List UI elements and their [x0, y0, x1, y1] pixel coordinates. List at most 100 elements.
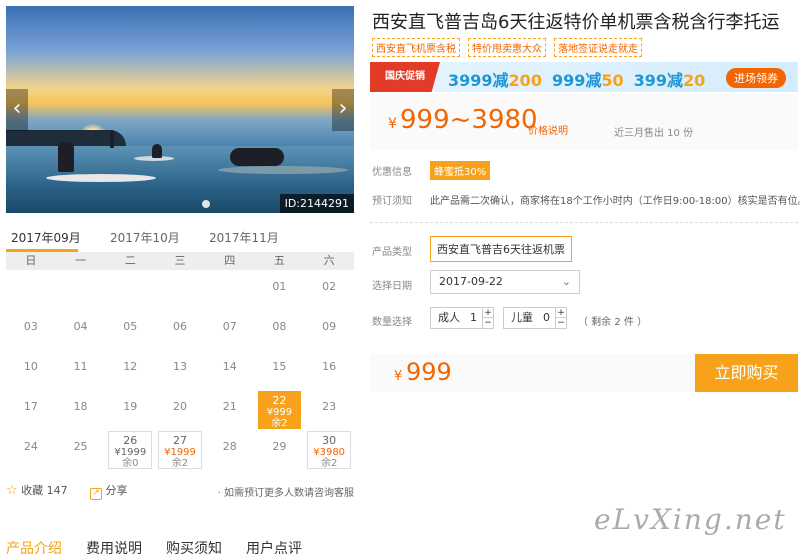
- price-explain-link[interactable]: 价格说明: [528, 122, 568, 137]
- increment-button[interactable]: +: [555, 308, 566, 318]
- day-price: ¥3980: [313, 447, 346, 458]
- chevron-right-icon: ›: [338, 96, 348, 121]
- calendar-day: 25: [56, 430, 106, 470]
- type-label: 产品类型: [372, 247, 412, 258]
- adult-stepper[interactable]: 成人 1 + −: [430, 307, 494, 329]
- calendar-day: 12: [105, 350, 155, 390]
- tab-month-nov[interactable]: 2017年11月: [209, 229, 279, 246]
- tab-month-sep[interactable]: 2017年09月: [11, 229, 81, 246]
- calendar-day[interactable]: 22 ¥999 余2: [257, 391, 302, 429]
- coupon-threshold: 999减: [551, 71, 602, 90]
- discount-label: 优惠信息: [372, 167, 412, 178]
- qty-label: 数量选择: [372, 317, 412, 328]
- weekday-header: 日 一 二 三 四 五 六: [6, 252, 354, 270]
- promo-banner[interactable]: 国庆促销 3999减200 999减50 399减20 进场领券: [370, 62, 798, 92]
- star-icon: ☆: [6, 483, 18, 498]
- tab-month-oct[interactable]: 2017年10月: [110, 229, 180, 246]
- coupon-list: 3999减200 999减50 399减20: [448, 67, 705, 91]
- product-tag: 落地签证说走就走: [554, 38, 642, 57]
- paddler-figure: [110, 130, 114, 148]
- increment-button[interactable]: +: [482, 308, 493, 318]
- calendar-day: [105, 270, 155, 310]
- paddle-board: [218, 166, 348, 174]
- product-tag: 特价甩卖惠大众: [468, 38, 546, 57]
- calendar-day[interactable]: 27 ¥1999 余2: [158, 431, 202, 469]
- product-type-option[interactable]: 西安直飞普吉6天往返机票: [430, 236, 572, 262]
- calendar-day: [205, 270, 255, 310]
- day-number: 20: [172, 400, 187, 413]
- coupon-amount: 50: [601, 71, 624, 90]
- discount-badge: 蜂蜜抵30%: [430, 161, 491, 180]
- day-price: ¥1999: [114, 447, 147, 458]
- notice-text: 此产品需二次确认，商家将在18个工作小时内（工作日9:00-18:00）核实是否…: [430, 196, 800, 207]
- photo-prev-button[interactable]: ‹: [6, 89, 28, 131]
- month-tabs: 2017年09月 2017年10月 2017年11月: [6, 226, 354, 252]
- coupon-item: 399减20: [634, 67, 706, 91]
- photo-next-button[interactable]: ›: [332, 89, 354, 131]
- day-number: 03: [23, 320, 38, 333]
- paddle-board: [46, 174, 156, 182]
- child-stepper[interactable]: 儿童 0 + −: [503, 307, 567, 329]
- calendar-day: 05: [105, 310, 155, 350]
- decrement-button[interactable]: −: [482, 318, 493, 328]
- tab-user-reviews[interactable]: 用户点评: [246, 538, 302, 554]
- calendar-day[interactable]: 26 ¥1999 余0: [108, 431, 153, 469]
- get-coupon-button[interactable]: 进场领券: [726, 68, 786, 88]
- divider: [370, 222, 798, 223]
- calendar-day: 20: [155, 390, 205, 430]
- day-number: 05: [123, 320, 138, 333]
- product-photo: ‹ › ID:2144291: [6, 6, 354, 213]
- decrement-button[interactable]: −: [555, 318, 566, 328]
- weekday-label: 四: [224, 254, 236, 267]
- chevron-left-icon: ‹: [12, 96, 22, 121]
- product-tag: 西安直飞机票含税: [372, 38, 460, 57]
- day-number: 09: [322, 320, 337, 333]
- remaining-stock: （ 剩余 2 件 ）: [578, 317, 648, 328]
- sold-count: 近三月售出 10 份: [614, 128, 694, 139]
- coupon-threshold: 399减: [633, 71, 684, 90]
- carousel-dot[interactable]: [202, 200, 210, 208]
- calendar-day: 11: [56, 350, 106, 390]
- day-price: ¥1999: [164, 447, 196, 458]
- weekday-label: 日: [25, 254, 37, 267]
- day-number: 29: [272, 440, 287, 453]
- total-currency: ¥: [394, 369, 403, 384]
- day-number: 18: [73, 400, 88, 413]
- date-select[interactable]: 2017-09-22 ⌄: [430, 270, 580, 294]
- favorite-button[interactable]: ☆ 收藏 147: [6, 482, 68, 498]
- tab-fee-info[interactable]: 费用说明: [86, 538, 142, 554]
- adult-label: 成人: [438, 311, 460, 324]
- weekday-label: 五: [273, 254, 285, 267]
- calendar-grid: 01 02 03 04 05 06 07 08 09 10 11 12 13 14 15 16 17 18 19 20…: [6, 270, 354, 470]
- calendar-day: 04: [56, 310, 106, 350]
- calendar-day: 24: [6, 430, 56, 470]
- coupon-item: 3999减200: [448, 67, 542, 91]
- child-count: 0: [543, 311, 550, 324]
- day-number: 11: [73, 360, 88, 373]
- day-stock: 余2: [320, 458, 338, 469]
- buy-bar: ¥ 999 立即购买: [370, 354, 798, 392]
- calendar-day: 13: [155, 350, 205, 390]
- calendar-day: 28: [205, 430, 255, 470]
- day-number: 13: [172, 360, 187, 373]
- calendar-day[interactable]: 30 ¥3980 余2: [307, 431, 351, 469]
- calendar-day: 19: [105, 390, 155, 430]
- calendar-day: [6, 270, 56, 310]
- buy-now-button[interactable]: 立即购买: [695, 354, 798, 392]
- day-number: 22: [272, 394, 287, 407]
- day-number: 30: [322, 434, 337, 447]
- calendar-day: 09: [304, 310, 354, 350]
- paddler-figure: [152, 144, 162, 158]
- share-icon: ↗: [90, 488, 102, 500]
- calendar-day: 08: [255, 310, 305, 350]
- day-price: ¥999: [266, 407, 293, 418]
- calendar-day: 02: [304, 270, 354, 310]
- date-value: 2017-09-22: [439, 275, 503, 288]
- action-bar: ☆ 收藏 147 ↗ 分享 · 如需预订更多人数请咨询客服: [6, 480, 354, 500]
- price-currency: ¥: [388, 116, 397, 132]
- calendar-day: [155, 270, 205, 310]
- share-button[interactable]: ↗ 分享: [90, 482, 128, 500]
- tab-product-intro[interactable]: 产品介绍: [6, 538, 62, 554]
- day-number: 12: [123, 360, 138, 373]
- tab-purchase-notes[interactable]: 购买须知: [166, 538, 222, 554]
